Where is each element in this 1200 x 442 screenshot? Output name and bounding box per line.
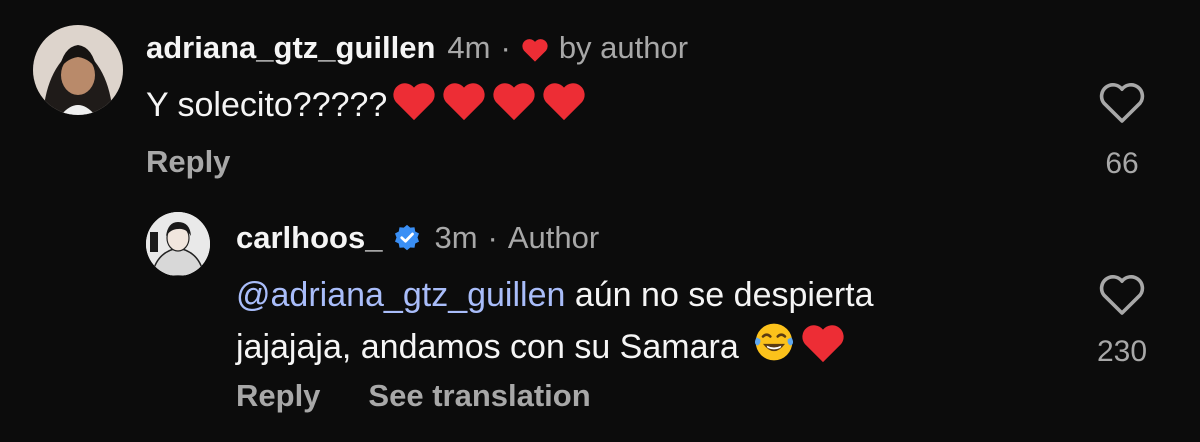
comment-text: Y solecito?????	[146, 80, 587, 136]
timestamp: 4m	[447, 30, 491, 65]
tears-of-joy-emoji	[752, 320, 796, 378]
red-heart-emoji	[491, 80, 537, 136]
mention-link[interactable]: @adriana_gtz_guillen	[236, 276, 565, 314]
timestamp: 3m	[434, 220, 478, 255]
see-translation-button[interactable]: See translation	[368, 378, 590, 414]
like-count: 66	[1105, 147, 1139, 180]
reply-button[interactable]: Reply	[236, 378, 320, 414]
comment-actions: Reply See translation	[236, 378, 591, 414]
comment-body-line2: jajajaja, andamos con su Samara	[236, 328, 749, 366]
comment-header: carlhoos_ 3m · Author	[236, 220, 599, 256]
separator: ·	[487, 220, 498, 255]
username[interactable]: adriana_gtz_guillen	[146, 30, 435, 66]
avatar[interactable]	[146, 212, 210, 276]
comment-body: Y solecito?????	[146, 86, 388, 124]
username[interactable]: carlhoos_	[236, 220, 382, 256]
liked-by-author-label: by author	[558, 30, 689, 65]
avatar[interactable]	[33, 25, 123, 115]
reply-button[interactable]: Reply	[146, 144, 230, 180]
author-tag: Author	[507, 220, 600, 255]
comment-text: @adriana_gtz_guillen aún no se despierta…	[236, 270, 874, 378]
comment-actions: Reply	[146, 144, 230, 180]
heart-filled-icon	[521, 35, 549, 62]
comment-header: adriana_gtz_guillen 4m · by author	[146, 30, 688, 66]
red-heart-emoji	[541, 80, 587, 136]
comment-body-line1: aún no se despierta	[565, 276, 874, 314]
heart-outline-icon[interactable]	[1098, 272, 1146, 316]
red-heart-emoji	[800, 322, 846, 378]
like-count: 230	[1096, 335, 1148, 368]
separator: ·	[500, 30, 511, 65]
red-heart-emoji	[391, 80, 437, 136]
red-heart-emoji	[441, 80, 487, 136]
verified-badge-icon	[392, 223, 422, 253]
heart-outline-icon[interactable]	[1098, 80, 1146, 124]
